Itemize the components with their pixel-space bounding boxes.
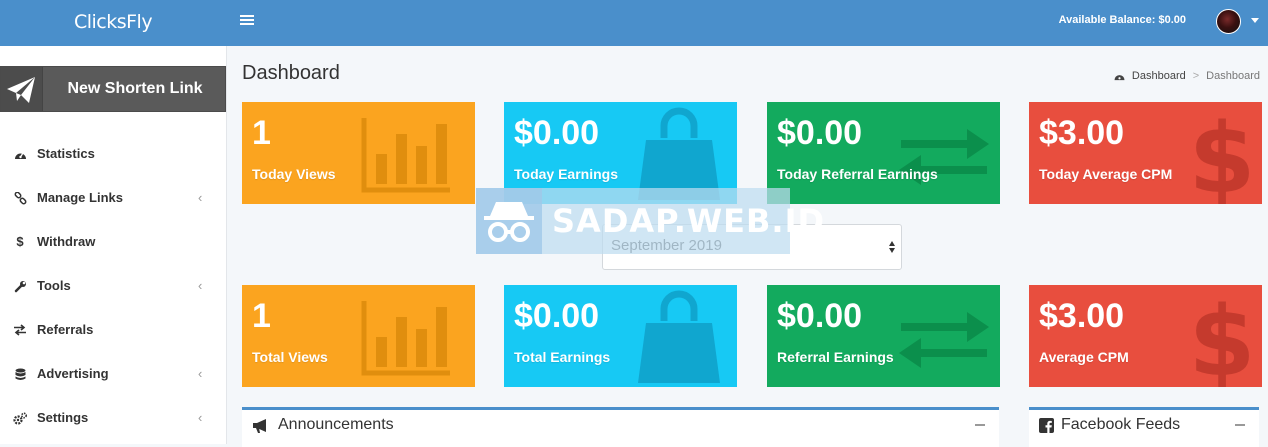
stat-value: $0.00 (514, 297, 600, 335)
facebook-square-icon (1039, 418, 1054, 433)
stat-label: Average CPM (1039, 349, 1129, 365)
dashboard-icon (12, 132, 28, 176)
sidebar-item-statistics[interactable]: Statistics (0, 132, 226, 176)
sidebar-item-withdraw[interactable]: $ Withdraw (0, 220, 226, 264)
shopping-bag-icon (638, 107, 720, 200)
shopping-bag-icon (638, 290, 720, 383)
sidebar-item-label: Manage Links (37, 190, 123, 205)
cogs-icon (12, 396, 28, 440)
stat-box-today-average-cpm: $ $3.00 Today Average CPM (1029, 102, 1262, 204)
sidebar-item-label: Tools (37, 278, 71, 293)
facebook-feeds-title: Facebook Feeds (1061, 416, 1181, 433)
breadcrumb-separator: > (1192, 70, 1200, 82)
announcements-panel: Announcements (242, 407, 999, 447)
sidebar-item-label: Withdraw (37, 234, 96, 249)
chevron-left-icon: ‹ (198, 190, 203, 205)
dashboard-icon (1114, 75, 1125, 81)
minus-icon[interactable] (975, 424, 985, 426)
stat-box-today-views: 1 Today Views (242, 102, 475, 204)
bar-chart-icon (361, 118, 450, 193)
stat-label: Total Earnings (514, 349, 611, 365)
caret-down-icon[interactable] (1251, 18, 1259, 23)
stat-label: Today Earnings (514, 166, 618, 182)
database-icon (12, 352, 28, 396)
chevron-left-icon: ‹ (198, 278, 203, 293)
sidebar-item-label: Advertising (37, 366, 109, 381)
new-shorten-link-label: New Shorten Link (67, 80, 203, 97)
stat-box-referral-earnings: $0.00 Referral Earnings (767, 285, 1000, 387)
stat-value: 1 (252, 297, 271, 335)
announcements-title: Announcements (278, 416, 394, 433)
stat-value: 1 (252, 114, 271, 152)
svg-text:$: $ (1189, 289, 1255, 387)
wrench-icon (12, 264, 28, 308)
stat-label: Today Referral Earnings (777, 166, 938, 182)
sidebar-item-label: Statistics (37, 146, 95, 161)
dollar-icon: $ (16, 234, 24, 249)
stat-box-total-earnings: $0.00 Total Earnings (504, 285, 737, 387)
sidebar-item-label: Settings (37, 410, 89, 425)
select-arrows-icon (889, 241, 895, 253)
stat-box-total-views: 1 Total Views (242, 285, 475, 387)
breadcrumb: Dashboard > Dashboard (1113, 70, 1260, 82)
main-content: Dashboard Dashboard > Dashboard 1 Today … (227, 46, 1268, 447)
svg-text:$: $ (1189, 106, 1255, 204)
sidebar: New Shorten Link Statistics Manage Links… (0, 46, 227, 444)
breadcrumb-current: Dashboard (1206, 70, 1260, 82)
month-select[interactable]: September 2019 (602, 224, 902, 270)
stat-value: $3.00 (1039, 297, 1125, 335)
chevron-left-icon: ‹ (198, 366, 203, 381)
user-avatar[interactable] (1216, 9, 1241, 34)
link-icon (12, 176, 28, 220)
minus-icon[interactable] (1235, 424, 1245, 426)
stat-value: $0.00 (777, 114, 863, 152)
stat-label: Total Views (252, 349, 328, 365)
new-shorten-link-button[interactable]: New Shorten Link (0, 66, 226, 112)
sidebar-item-label: Referrals (37, 322, 94, 337)
dollar-sign-icon: $ (1189, 289, 1255, 387)
stat-box-today-earnings: $0.00 Today Earnings (504, 102, 737, 204)
month-select-value: September 2019 (611, 237, 722, 254)
stat-label: Today Views (252, 166, 336, 182)
stat-value: $0.00 (777, 297, 863, 335)
stat-value: $3.00 (1039, 114, 1125, 152)
sidebar-item-tools[interactable]: Tools ‹ (0, 264, 226, 308)
brand-logo[interactable]: ClicksFly (0, 0, 226, 46)
stat-value: $0.00 (514, 114, 600, 152)
dollar-sign-icon: $ (1189, 106, 1255, 204)
page-title: Dashboard (242, 62, 340, 84)
stat-label: Referral Earnings (777, 349, 894, 365)
exchange-arrows-icon (899, 312, 989, 368)
hamburger-icon[interactable] (240, 13, 254, 27)
sidebar-item-settings[interactable]: Settings ‹ (0, 396, 226, 440)
facebook-feeds-panel: Facebook Feeds (1029, 407, 1259, 447)
bullhorn-icon (253, 419, 266, 433)
stat-label: Today Average CPM (1039, 166, 1173, 182)
top-navbar: ClicksFly Available Balance: $0.00 (0, 0, 1268, 46)
chevron-left-icon: ‹ (198, 410, 203, 425)
available-balance: Available Balance: $0.00 (1058, 14, 1186, 26)
bar-chart-icon (361, 301, 450, 376)
breadcrumb-home[interactable]: Dashboard (1132, 70, 1186, 82)
stat-box-today-referral-earnings: $0.00 Today Referral Earnings (767, 102, 1000, 204)
sidebar-item-advertising[interactable]: Advertising ‹ (0, 352, 226, 396)
sidebar-item-manage-links[interactable]: Manage Links ‹ (0, 176, 226, 220)
sidebar-menu: Statistics Manage Links ‹ $ Withdraw Too… (0, 132, 226, 440)
stat-box-average-cpm: $ $3.00 Average CPM (1029, 285, 1262, 387)
exchange-icon (12, 308, 28, 352)
sidebar-item-referrals[interactable]: Referrals (0, 308, 226, 352)
paper-plane-icon (1, 67, 43, 111)
